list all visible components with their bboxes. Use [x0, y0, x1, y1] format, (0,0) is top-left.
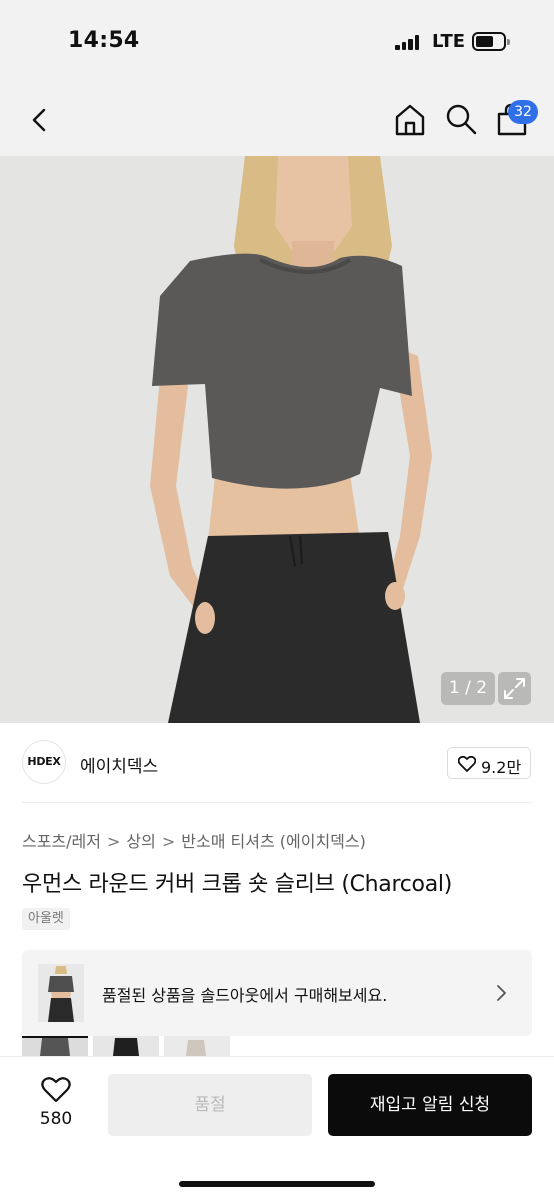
- wishlist-button[interactable]: 580: [28, 1077, 84, 1137]
- home-icon: [395, 104, 425, 136]
- breadcrumb-item-category[interactable]: 스포츠/레저: [22, 832, 101, 851]
- brand-name[interactable]: 에이치덱스: [80, 752, 158, 777]
- soldout-banner[interactable]: 품절된 상품을 솔드아웃에서 구매해보세요.: [22, 950, 532, 1036]
- brand-like-button[interactable]: 9.2만: [447, 747, 531, 779]
- thumbnail[interactable]: [164, 1036, 230, 1056]
- product-image[interactable]: [0, 156, 554, 723]
- product-title: 우먼스 라운드 커버 크롭 숏 슬리브 (Charcoal): [22, 872, 452, 897]
- soldout-button: 품절: [108, 1074, 312, 1136]
- cart-count-badge: 32: [508, 100, 538, 124]
- outlet-tag: 아울렛: [22, 908, 70, 930]
- bottom-purchase-bar: 580 품절 재입고 알림 신청: [0, 1056, 554, 1200]
- image-counter: 1 / 2: [441, 672, 495, 705]
- divider: [22, 802, 532, 803]
- model-photo: [0, 156, 554, 723]
- heart-icon: [458, 756, 476, 772]
- breadcrumb-separator: >: [107, 832, 121, 851]
- heart-icon: [41, 1077, 71, 1103]
- chevron-right-icon: [497, 985, 506, 1001]
- thumbnail[interactable]: [22, 1036, 88, 1056]
- brand-logo[interactable]: HDEX: [22, 740, 66, 784]
- top-nav: [0, 84, 554, 156]
- home-indicator: [179, 1181, 375, 1187]
- restock-alert-button[interactable]: 재입고 알림 신청: [328, 1074, 532, 1136]
- soldout-banner-text: 품절된 상품을 솔드아웃에서 구매해보세요.: [102, 986, 388, 1005]
- wishlist-count: 580: [39, 1109, 73, 1129]
- network-label: LTE: [432, 31, 466, 52]
- signal-bars-icon: [395, 34, 421, 50]
- expand-icon: [504, 678, 525, 699]
- status-time: 14:54: [68, 28, 140, 53]
- back-button[interactable]: [22, 102, 58, 138]
- breadcrumb-separator: >: [161, 832, 176, 851]
- breadcrumb-item-subcategory[interactable]: 반소매 티셔츠 (에이치덱스): [181, 832, 366, 851]
- banner-thumbnail: [38, 964, 84, 1022]
- search-icon: [446, 104, 477, 135]
- status-bar: 14:54 LTE: [0, 0, 554, 84]
- battery-icon: [472, 32, 510, 51]
- breadcrumb-item-top[interactable]: 상의: [126, 832, 155, 851]
- search-button[interactable]: [444, 102, 478, 136]
- thumbnail[interactable]: [93, 1036, 159, 1056]
- breadcrumb: 스포츠/레저 > 상의 > 반소매 티셔츠 (에이치덱스): [22, 828, 366, 852]
- home-button[interactable]: [392, 102, 428, 138]
- brand-like-count: 9.2만: [481, 758, 522, 777]
- chevron-left-icon: [32, 108, 46, 132]
- brand-row: HDEX 에이치덱스 9.2만: [0, 723, 554, 803]
- expand-image-button[interactable]: [498, 672, 531, 705]
